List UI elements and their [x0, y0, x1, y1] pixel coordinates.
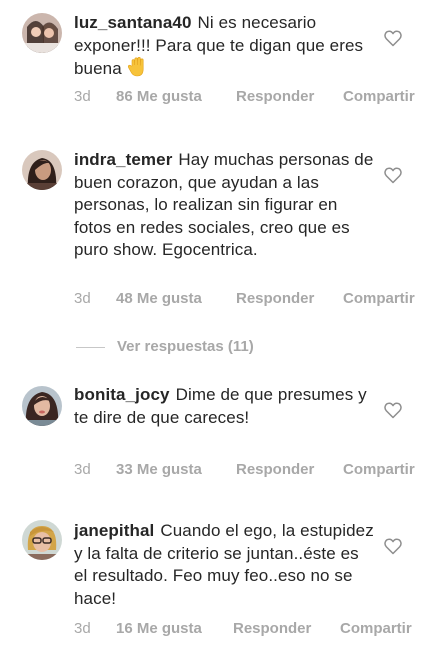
avatar[interactable] — [22, 150, 62, 190]
comment-time: 3d — [74, 290, 91, 307]
comment-time: 3d — [74, 620, 91, 637]
like-heart-icon[interactable] — [384, 167, 402, 184]
replies-divider — [76, 347, 105, 348]
comment-username[interactable]: indra_temer — [74, 150, 172, 169]
share-button[interactable]: Compartir — [343, 290, 415, 307]
raised-hand-emoji-icon — [127, 57, 149, 77]
comment-meta: 3d 16 Me gusta Responder Compartir — [74, 620, 434, 640]
comment-text-block: bonita_jocy Dime de que presumes y te dir… — [74, 384, 376, 429]
like-heart-icon[interactable] — [384, 402, 402, 419]
reply-button[interactable]: Responder — [236, 88, 314, 105]
comment-text-block: janepithal Cuando el ego, la estupidez y … — [74, 520, 376, 610]
reply-button[interactable]: Responder — [236, 461, 314, 478]
likes-count[interactable]: 33 Me gusta — [116, 461, 202, 478]
likes-count[interactable]: 48 Me gusta — [116, 290, 202, 307]
like-heart-icon[interactable] — [384, 538, 402, 555]
comment-meta: 3d 48 Me gusta Responder Compartir — [74, 290, 434, 310]
comment-time: 3d — [74, 461, 91, 478]
comment-time: 3d — [74, 88, 91, 105]
likes-count[interactable]: 86 Me gusta — [116, 88, 202, 105]
share-button[interactable]: Compartir — [343, 88, 415, 105]
comment-text-block: luz_santana40 Ni es necesario exponer!!! … — [74, 12, 376, 81]
like-heart-icon[interactable] — [384, 30, 402, 47]
share-button[interactable]: Compartir — [340, 620, 412, 637]
comment-text-block: indra_temer Hay muchas personas de buen c… — [74, 149, 376, 262]
view-replies-button[interactable]: Ver respuestas (11) — [76, 338, 376, 358]
avatar[interactable] — [22, 520, 62, 560]
share-button[interactable]: Compartir — [343, 461, 415, 478]
comment-meta: 3d 33 Me gusta Responder Compartir — [74, 461, 434, 481]
comment-username[interactable]: bonita_jocy — [74, 385, 170, 404]
avatar[interactable] — [22, 386, 62, 426]
likes-count[interactable]: 16 Me gusta — [116, 620, 202, 637]
comment-username[interactable]: janepithal — [74, 521, 154, 540]
reply-button[interactable]: Responder — [236, 290, 314, 307]
comment-meta: 3d 86 Me gusta Responder Compartir — [74, 88, 434, 108]
reply-button[interactable]: Responder — [233, 620, 311, 637]
comment-username[interactable]: luz_santana40 — [74, 13, 192, 32]
view-replies-label: Ver respuestas (11) — [117, 338, 254, 355]
avatar[interactable] — [22, 13, 62, 53]
